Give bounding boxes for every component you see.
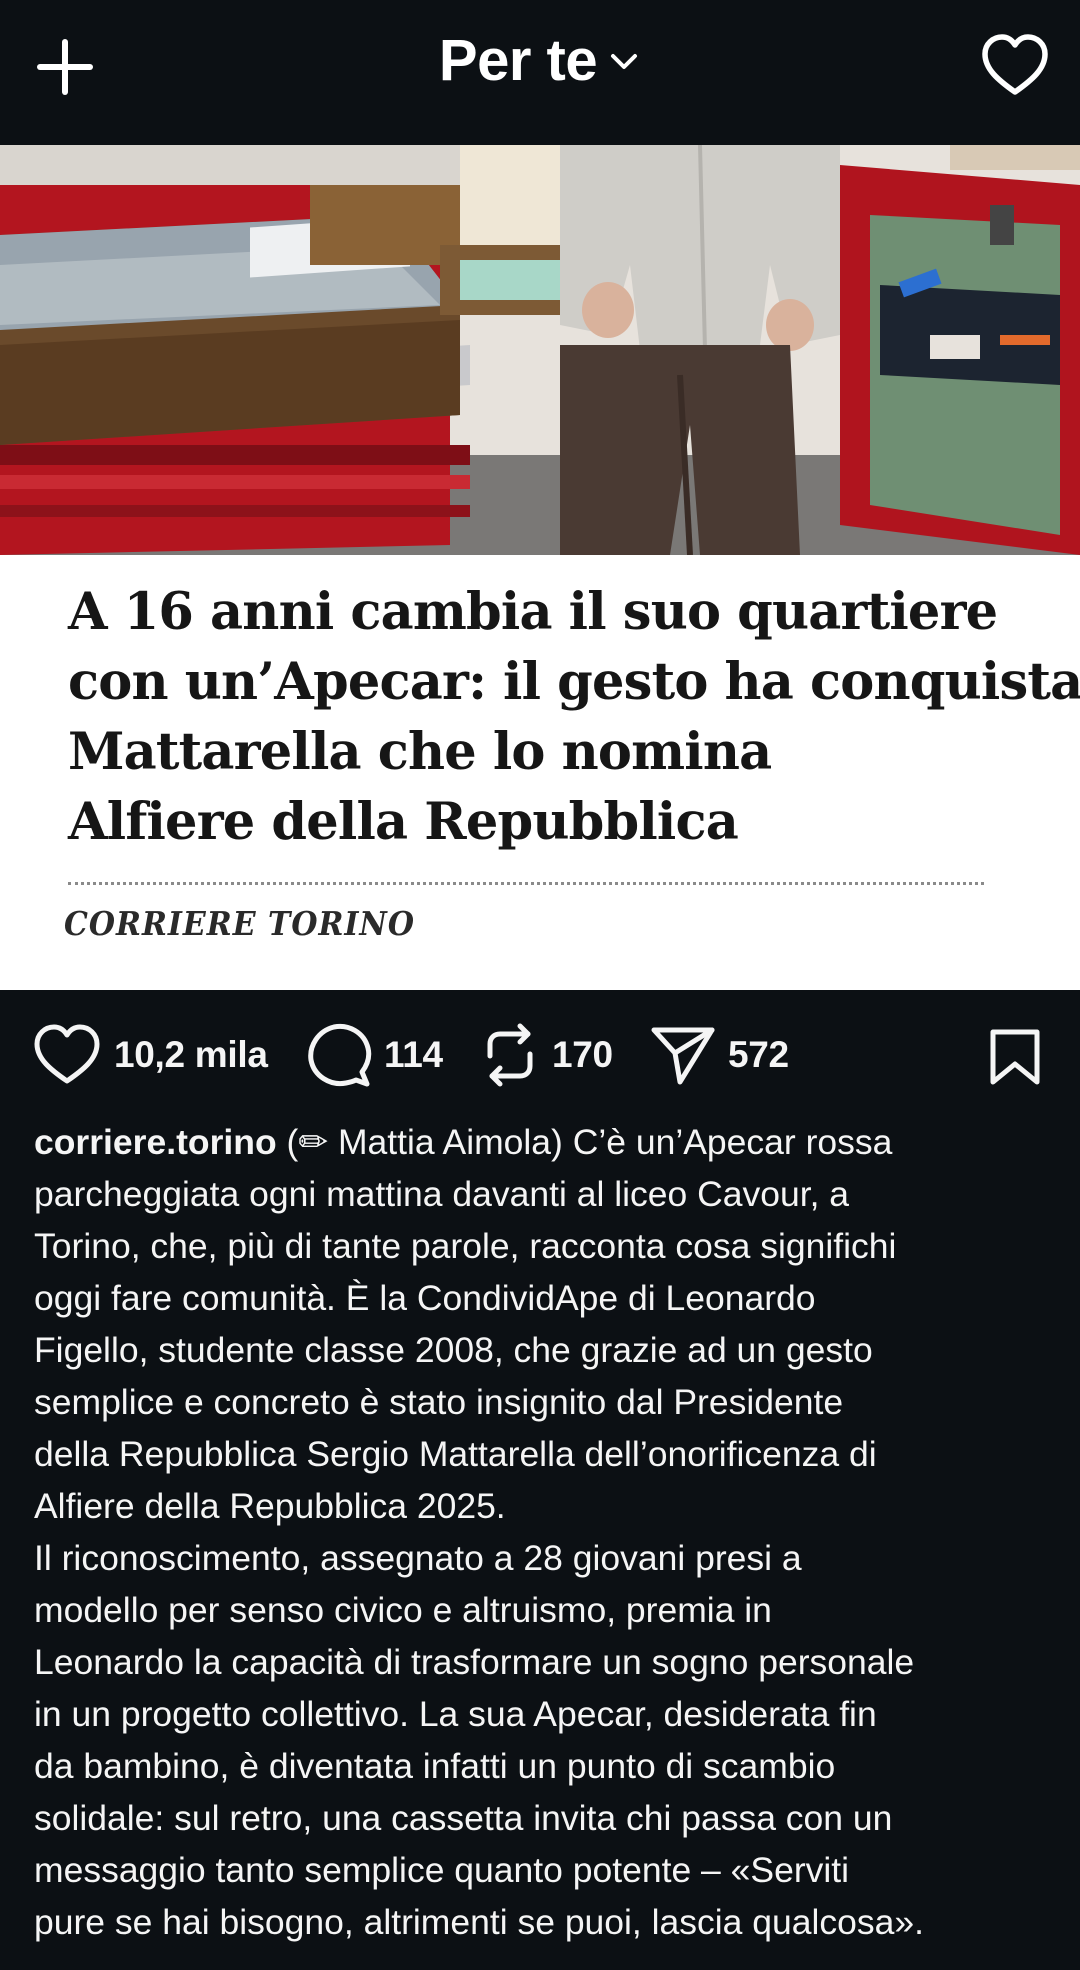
caption-text: (✏ Mattia Aimola) C’è un’Apecar rossa (276, 1122, 893, 1162)
caption-line: solidale: sul retro, una cassetta invita… (34, 1798, 893, 1838)
caption-line: Il riconoscimento, assegnato a 28 giovan… (34, 1538, 802, 1578)
headline-line: Alfiere della Repubblica (68, 792, 739, 852)
caption-line: parcheggiata ogni mattina davanti al lic… (34, 1174, 850, 1214)
post-headline: A 16 anni cambia il suo quartiere con un… (68, 577, 1080, 857)
caption-line: modello per senso civico e altruismo, pr… (34, 1590, 772, 1630)
post-caption: corriere.torino (✏ Mattia Aimola) C’è un… (34, 1116, 1064, 1948)
like-button[interactable]: 10,2 mila (32, 1010, 268, 1100)
repost-count: 170 (552, 1034, 613, 1075)
paper-plane-icon (651, 1027, 715, 1085)
like-count: 10,2 mila (114, 1034, 268, 1075)
bookmark-icon[interactable] (988, 1028, 1042, 1086)
caption-line: da bambino, è diventata infatti un punto… (34, 1746, 836, 1786)
post-actions: 10,2 mila 114 170 572 (0, 1010, 1080, 1100)
share-count: 572 (728, 1034, 789, 1075)
comment-count: 114 (384, 1034, 443, 1075)
caption-line: messaggio tanto semplice quanto potente … (34, 1850, 850, 1890)
caption-line: Alfiere della Repubblica 2025. (34, 1486, 506, 1526)
repost-icon (487, 1023, 533, 1087)
top-bar: Per te (0, 0, 1080, 145)
chevron-down-icon (611, 54, 638, 69)
share-button[interactable]: 572 (650, 1010, 789, 1100)
heart-icon[interactable] (980, 32, 1050, 98)
feed-title: Per te (438, 27, 598, 93)
apecar-photo (0, 145, 1080, 555)
caption-line: Torino, che, più di tante parole, raccon… (34, 1226, 897, 1266)
headline-line: A 16 anni cambia il suo quartiere (68, 582, 998, 642)
masthead-logo: CORRIERE TORINO (64, 905, 415, 944)
repost-button[interactable]: 170 (480, 1010, 613, 1100)
caption-line: pure se hai bisogno, altrimenti se puoi,… (34, 1902, 924, 1942)
feed-selector[interactable]: Per te (0, 22, 1080, 98)
username-link[interactable]: corriere.torino (34, 1122, 277, 1162)
caption-line: Figello, studente classe 2008, che grazi… (34, 1330, 873, 1370)
divider (68, 882, 984, 885)
caption-line: in un progetto collettivo. La sua Apecar… (34, 1694, 877, 1734)
caption-line: oggi fare comunità. È la CondividApe di … (34, 1278, 816, 1318)
caption-line: semplice e concreto è stato insignito da… (34, 1382, 844, 1422)
comment-bubble-icon (308, 1023, 372, 1087)
caption-line: corriere.torino (✏ Mattia Aimola) C’è un… (34, 1116, 1064, 1168)
caption-line: della Repubblica Sergio Mattarella dell’… (34, 1434, 877, 1474)
caption-line: Leonardo la capacità di trasformare un s… (34, 1642, 915, 1682)
post-image[interactable]: A 16 anni cambia il suo quartiere con un… (0, 145, 1080, 990)
headline-line: Mattarella che lo nomina (68, 722, 772, 782)
comment-button[interactable]: 114 (306, 1010, 443, 1100)
heart-icon (34, 1024, 100, 1084)
headline-line: con un’Apecar: il gesto ha conquistato (68, 652, 1080, 712)
